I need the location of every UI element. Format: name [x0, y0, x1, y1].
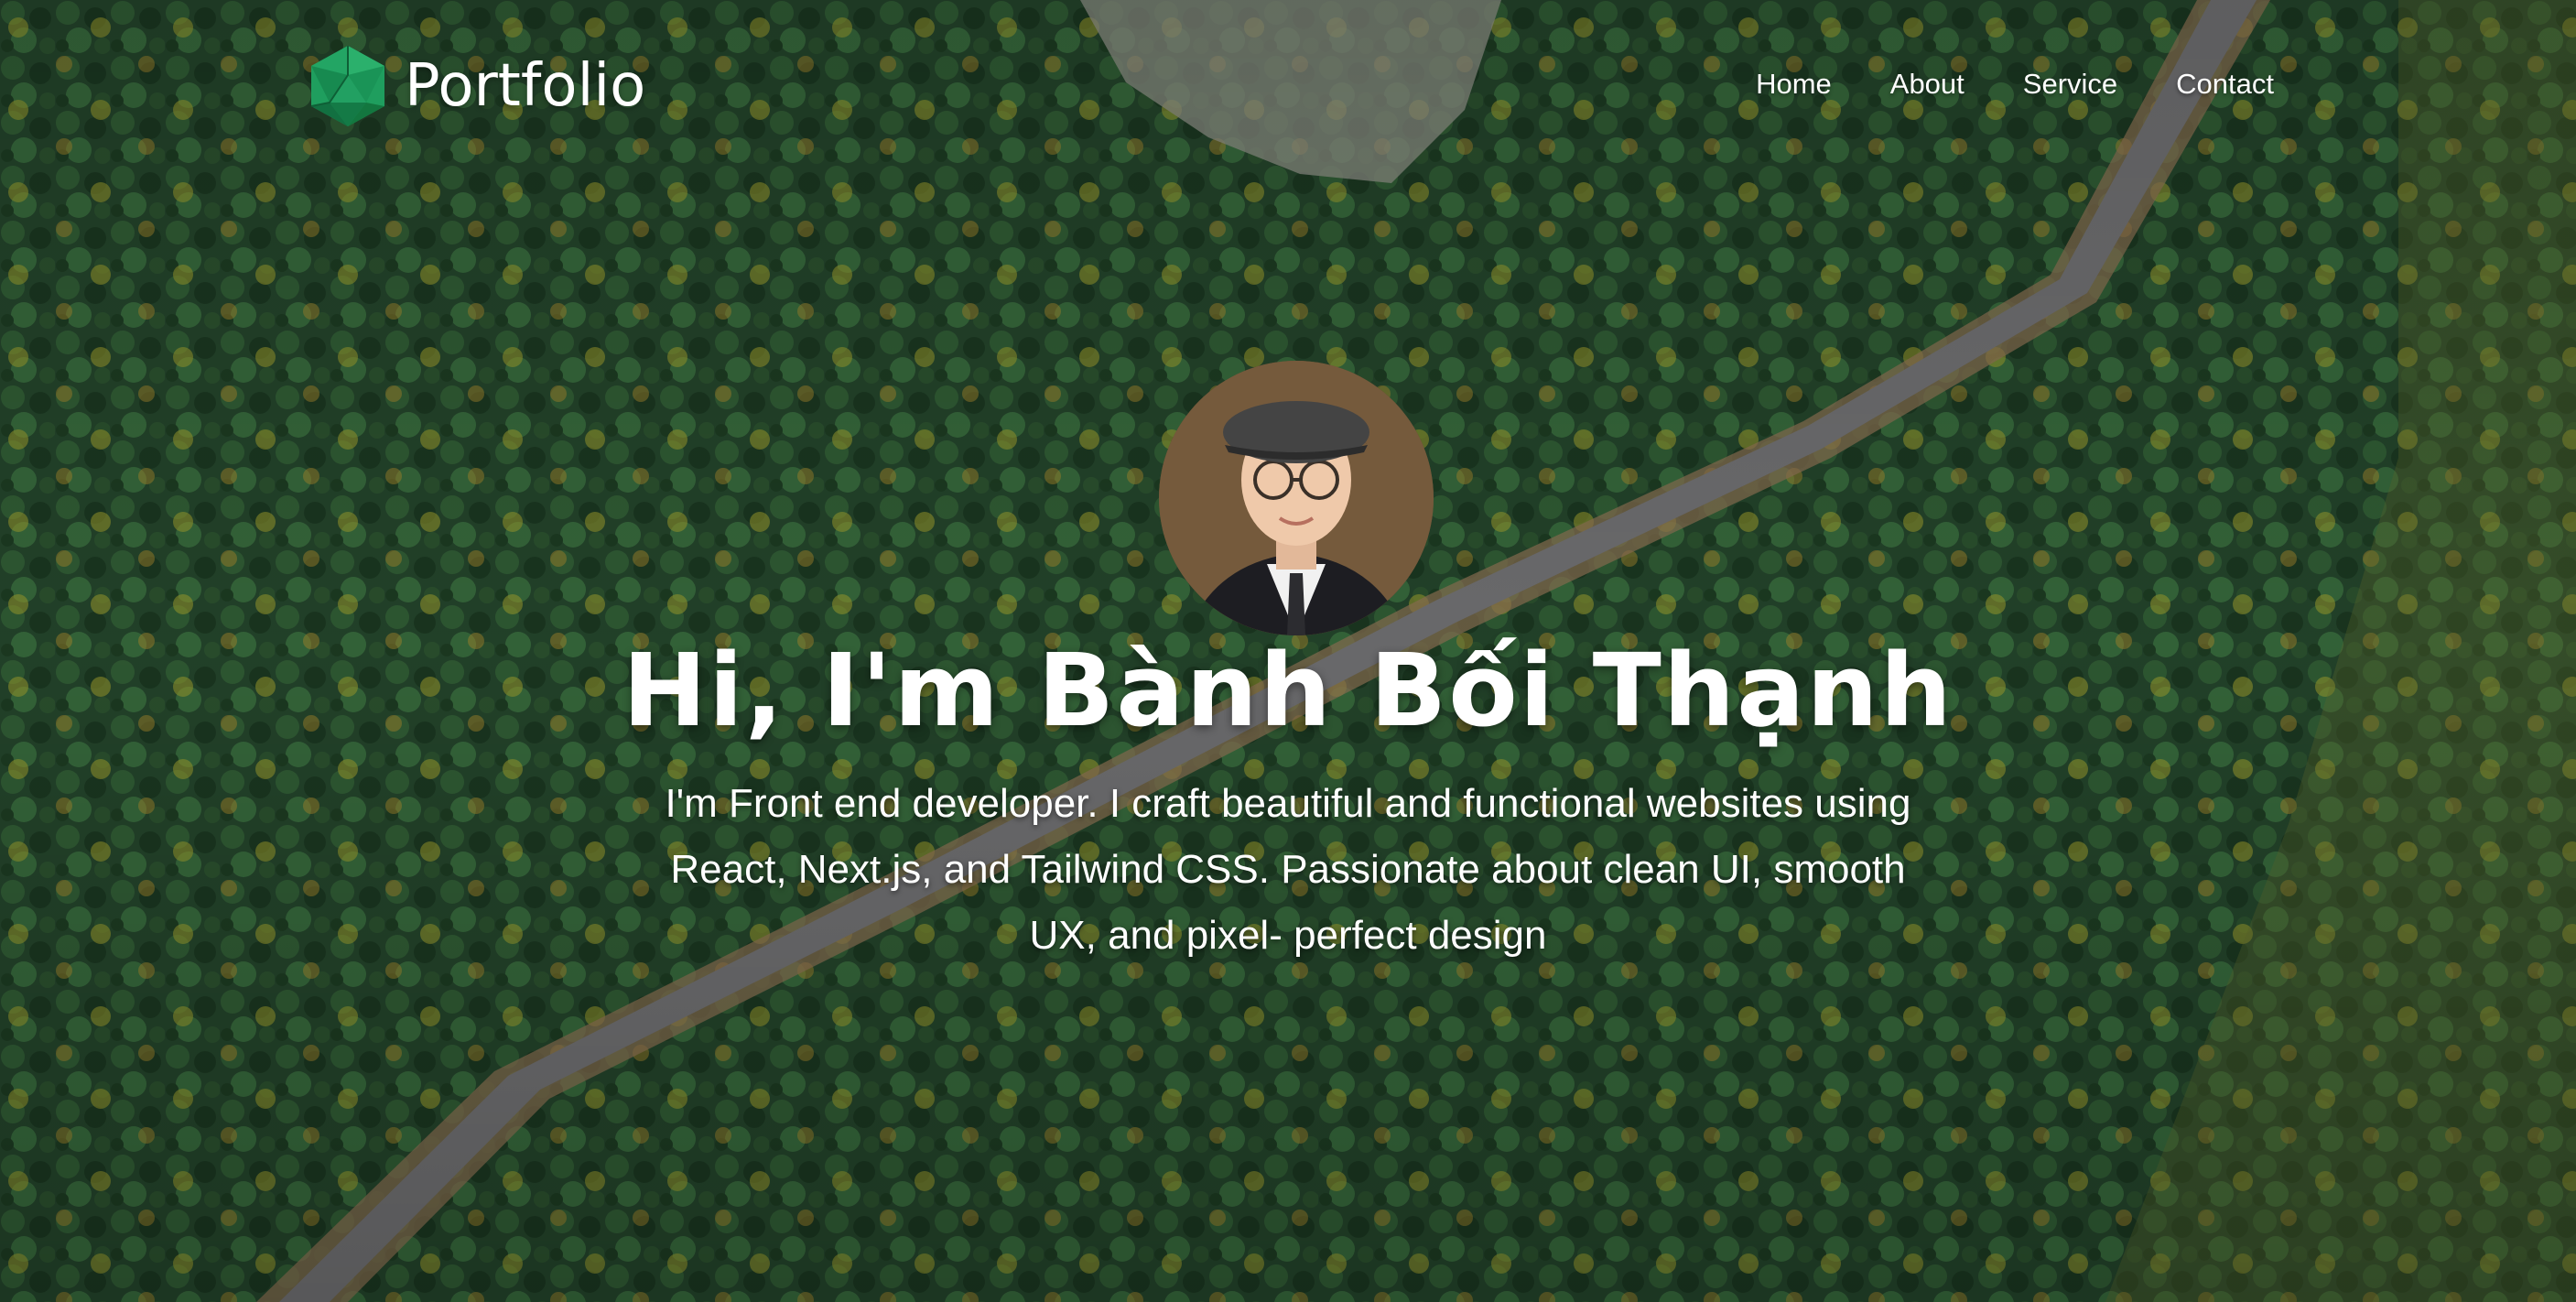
icosahedron-icon	[310, 46, 384, 126]
hero-description: I'm Front end developer. I craft beautif…	[665, 781, 1911, 958]
avatar	[1159, 361, 1434, 635]
nav-service[interactable]: Service	[2023, 68, 2117, 101]
logo-link[interactable]: Portfolio	[308, 44, 645, 128]
site-header: Portfolio Home About Service Contact	[0, 0, 2576, 183]
main-nav: Home About Service Contact	[1756, 68, 2274, 101]
hero-title: Hi, I'm Bành Bối Thạnh	[622, 632, 1954, 749]
nav-contact[interactable]: Contact	[2176, 68, 2274, 101]
nav-about[interactable]: About	[1890, 68, 1964, 101]
nav-home[interactable]: Home	[1756, 68, 1832, 101]
logo-text: Portfolio	[405, 52, 646, 120]
